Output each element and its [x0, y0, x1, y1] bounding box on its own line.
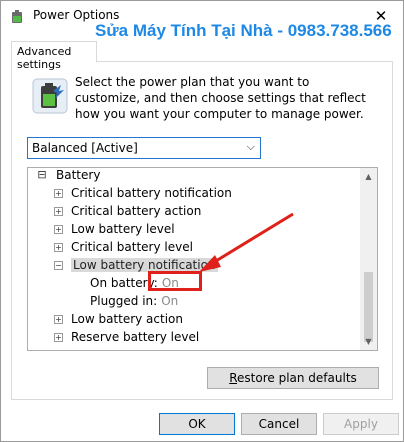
power-options-icon [12, 10, 22, 23]
tree-item-label: Reserve battery level [71, 330, 200, 344]
scrollbar-thumb[interactable] [364, 272, 373, 342]
tree-item-label: Battery [56, 168, 101, 182]
expand-icon[interactable]: + [54, 314, 63, 324]
tree-item-label: Low battery notification [71, 258, 218, 272]
vertical-scrollbar[interactable]: ▲ ▼ [360, 168, 377, 350]
scroll-down-icon[interactable]: ▼ [360, 333, 377, 350]
tree-item-label: Low battery action [71, 312, 183, 326]
expand-icon[interactable]: + [54, 242, 63, 252]
restore-accelerator: R [229, 371, 238, 385]
tree-item-critical-battery-level[interactable]: + Critical battery level [54, 238, 193, 256]
power-plan-select[interactable]: Balanced [Active] ⌵ [27, 137, 261, 159]
tree-item-label: Critical battery action [71, 204, 202, 218]
collapse-icon[interactable]: ⊟ [36, 169, 48, 180]
tree-item-critical-battery-action[interactable]: + Critical battery action [54, 202, 201, 220]
description-text: Select the power plan that you want to c… [75, 75, 366, 121]
expand-icon[interactable]: + [54, 332, 63, 342]
tree-item-label: Low battery level [71, 222, 175, 236]
tree-item-reserve-battery-level[interactable]: + Reserve battery level [54, 328, 199, 346]
scroll-up-icon[interactable]: ▲ [360, 168, 377, 185]
expand-icon[interactable]: + [54, 224, 63, 234]
cancel-button[interactable]: Cancel [241, 413, 317, 435]
restore-label: estore plan defaults [237, 371, 357, 385]
expand-icon[interactable]: + [54, 206, 63, 216]
ok-button[interactable]: OK [159, 413, 235, 435]
setting-plugged-in[interactable]: Plugged in: On [90, 292, 178, 310]
tree-item-battery[interactable]: ⊟ Battery [36, 168, 101, 184]
power-plan-selected: Balanced [Active] [32, 141, 138, 155]
apply-button[interactable]: Apply [323, 413, 399, 435]
chevron-down-icon: ⌵ [246, 140, 255, 153]
collapse-icon[interactable]: − [54, 260, 63, 270]
tab-advanced-settings[interactable]: Advanced settings [11, 41, 97, 71]
expand-icon[interactable]: + [54, 188, 63, 198]
tree-item-label: Critical battery notification [71, 186, 232, 200]
power-options-window: Power Options ✕ Sửa Máy Tính Tại Nhà - 0… [0, 0, 404, 442]
tree-item-low-battery-action[interactable]: + Low battery action [54, 310, 183, 328]
setting-label: Plugged in: [90, 294, 158, 308]
annotation-highlight-box [148, 271, 202, 291]
plugged-in-value[interactable]: On [161, 294, 178, 308]
tree-item-low-battery-level[interactable]: + Low battery level [54, 220, 175, 238]
settings-tree: ⊟ Battery + Critical battery notificatio… [27, 167, 378, 351]
window-title: Power Options [33, 8, 120, 22]
watermark-text: Sửa Máy Tính Tại Nhà - 0983.738.566 [89, 21, 398, 41]
restore-plan-defaults-button[interactable]: Restore plan defaults [207, 367, 379, 389]
tree-item-label: Critical battery level [71, 240, 193, 254]
tree-item-critical-battery-notification[interactable]: + Critical battery notification [54, 184, 232, 202]
battery-power-icon [32, 78, 68, 114]
